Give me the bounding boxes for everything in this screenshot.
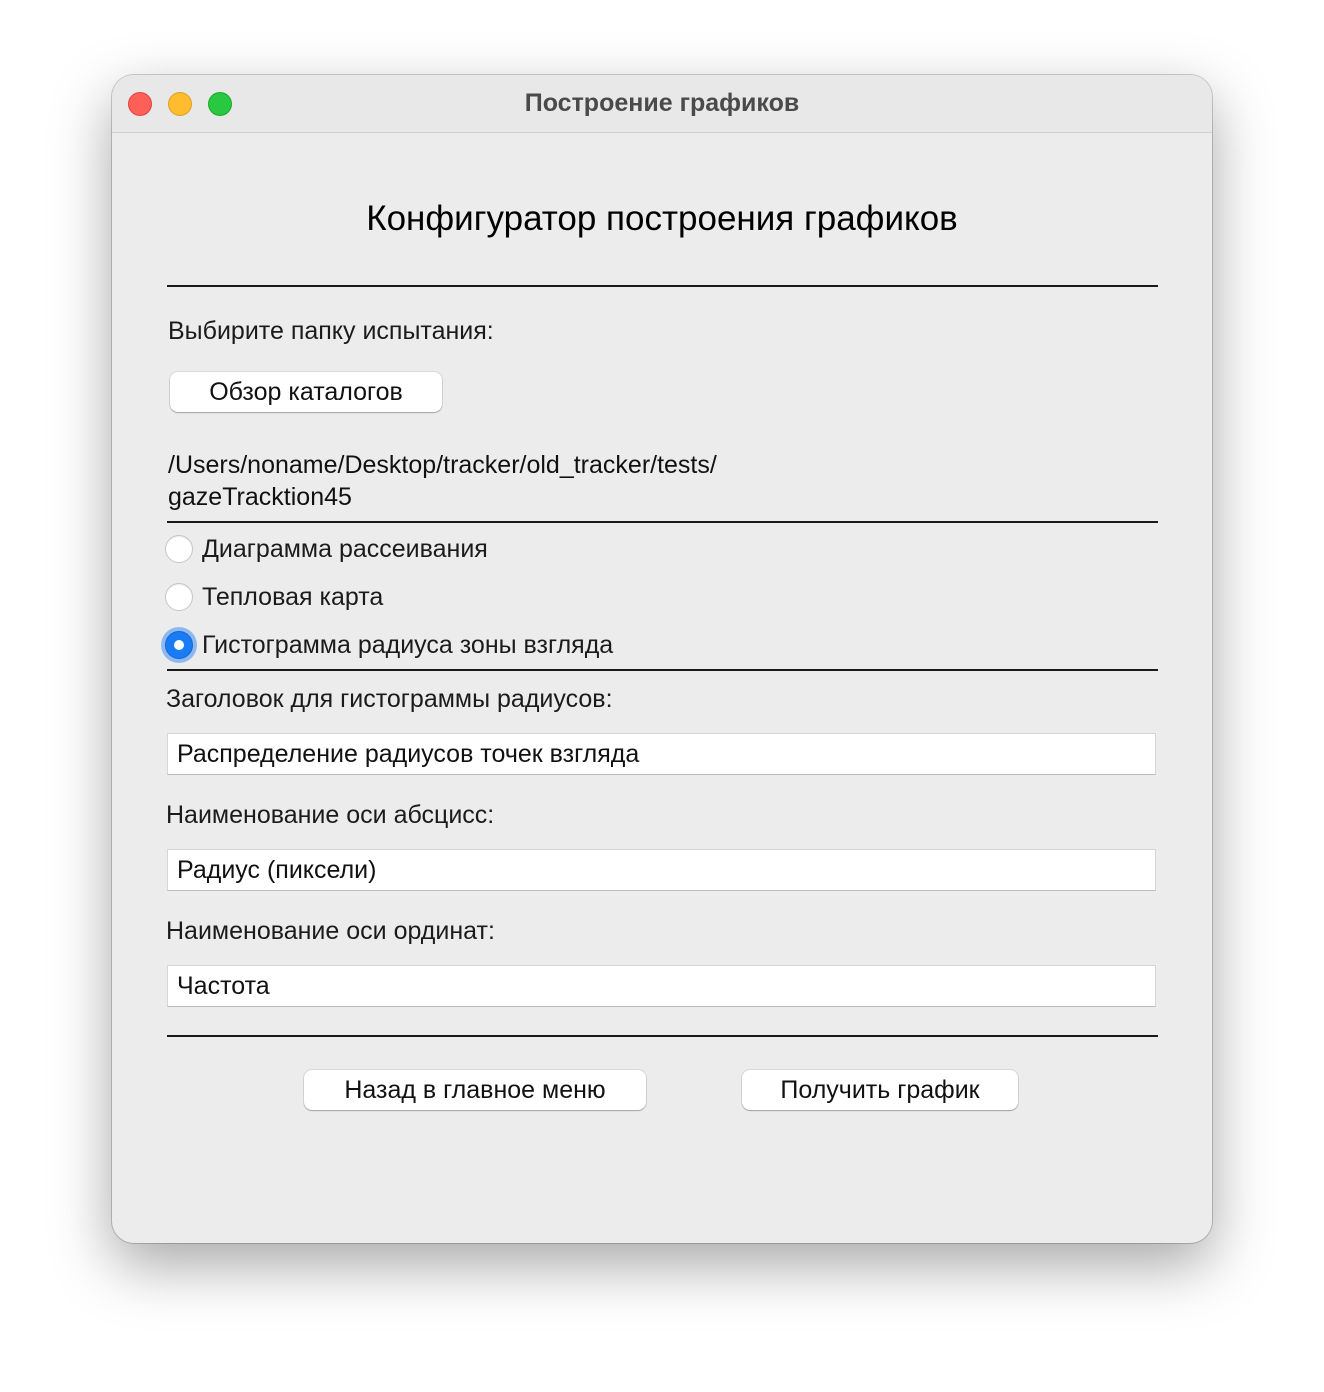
histogram-title-label: Заголовок для гистограммы радиусов:: [166, 685, 613, 713]
title-bar[interactable]: Построение графиков: [112, 75, 1212, 133]
folder-path-line-1: /Users/noname/Desktop/tracker/old_tracke…: [168, 451, 717, 479]
divider-path: [167, 521, 1158, 523]
get-chart-button[interactable]: Получить график: [742, 1070, 1018, 1110]
y-axis-name-label: Наименование оси ординат:: [166, 917, 495, 945]
window-title: Построение графиков: [524, 89, 800, 117]
folder-path-line-2: gazeTracktion45: [168, 483, 352, 511]
radio-label: Гистограмма радиуса зоны взгляда: [202, 631, 614, 659]
folder-prompt-label: Выбирите папку испытания:: [168, 317, 494, 345]
radio-button-selected[interactable]: [165, 631, 193, 659]
radio-button[interactable]: [165, 535, 193, 563]
radio-label: Тепловая карта: [202, 583, 384, 611]
divider-chart-type: [167, 669, 1158, 671]
divider-top: [167, 285, 1158, 287]
browse-folders-button[interactable]: Обзор каталогов: [170, 372, 442, 412]
y-axis-name-input[interactable]: [167, 965, 1156, 1007]
histogram-title-input[interactable]: [167, 733, 1156, 775]
app-window: Построение графиков Конфигуратор построе…: [112, 75, 1212, 1243]
divider-bottom: [167, 1035, 1158, 1037]
x-axis-name-input[interactable]: [167, 849, 1156, 891]
back-to-main-menu-button[interactable]: Назад в главное меню: [304, 1070, 646, 1110]
page-title: Конфигуратор построения графиков: [366, 199, 958, 238]
selected-folder-path: /Users/noname/Desktop/tracker/old_tracke…: [168, 449, 717, 513]
radio-label: Диаграмма рассеивания: [202, 535, 488, 563]
x-axis-name-label: Наименование оси абсцисс:: [166, 801, 495, 829]
radio-button[interactable]: [165, 583, 193, 611]
